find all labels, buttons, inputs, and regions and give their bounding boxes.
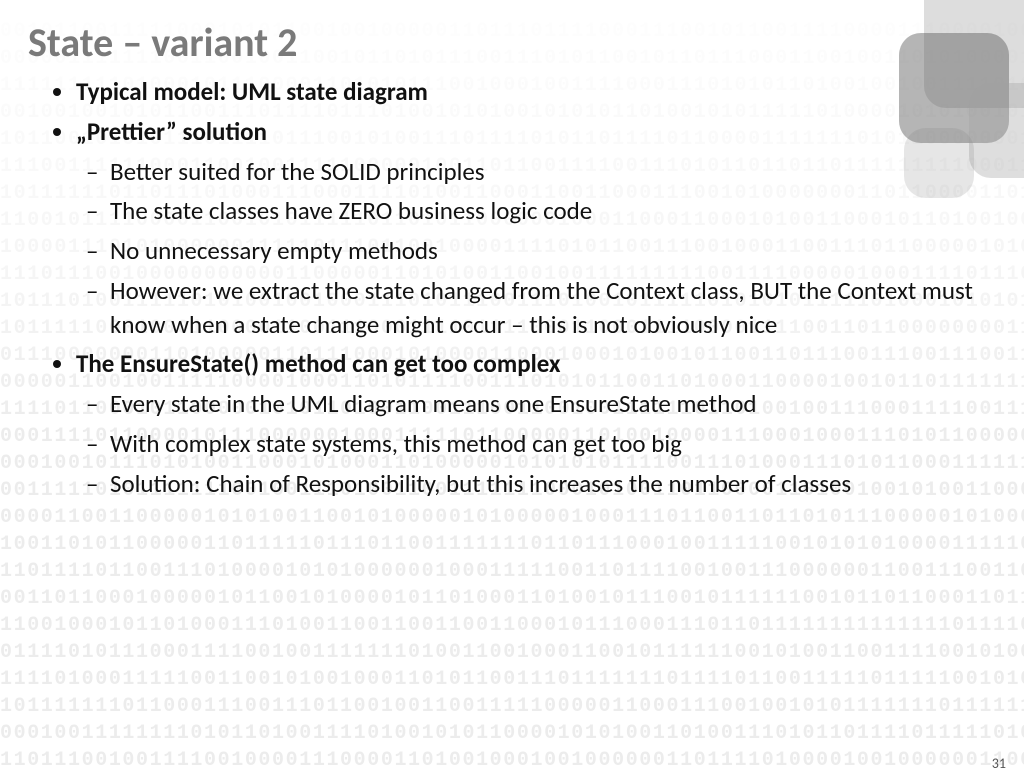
sub-bullet-item: However: we extract the state changed fr… <box>110 274 984 342</box>
slide-content: Typical model: UML state diagram „Prettie… <box>40 75 984 500</box>
sub-bullet-list: Every state in the UML diagram means one… <box>76 387 984 500</box>
sub-bullet-item: With complex state systems, this method … <box>110 427 984 461</box>
sub-bullet-item: Every state in the UML diagram means one… <box>110 387 984 421</box>
sub-bullet-item: No unnecessary empty methods <box>110 234 984 268</box>
bullet-item: The EnsureState() method can get too com… <box>76 347 984 500</box>
sub-bullet-item: Better suited for the SOLID principles <box>110 155 984 189</box>
bullet-label: The EnsureState() method can get too com… <box>76 348 560 379</box>
sub-bullet-item: Solution: Chain of Responsibility, but t… <box>110 467 984 501</box>
slide-title: State – variant 2 <box>28 18 1024 67</box>
bullet-item: Typical model: UML state diagram <box>76 75 984 109</box>
bullet-label: Typical model: UML state diagram <box>76 76 428 107</box>
bullet-label: „Prettier” solution <box>76 116 267 147</box>
bullet-item: „Prettier” solution Better suited for the… <box>76 115 984 342</box>
page-number: 31 <box>992 755 1006 768</box>
sub-bullet-list: Better suited for the SOLID principles Th… <box>76 155 984 342</box>
sub-bullet-item: The state classes have ZERO business log… <box>110 194 984 228</box>
